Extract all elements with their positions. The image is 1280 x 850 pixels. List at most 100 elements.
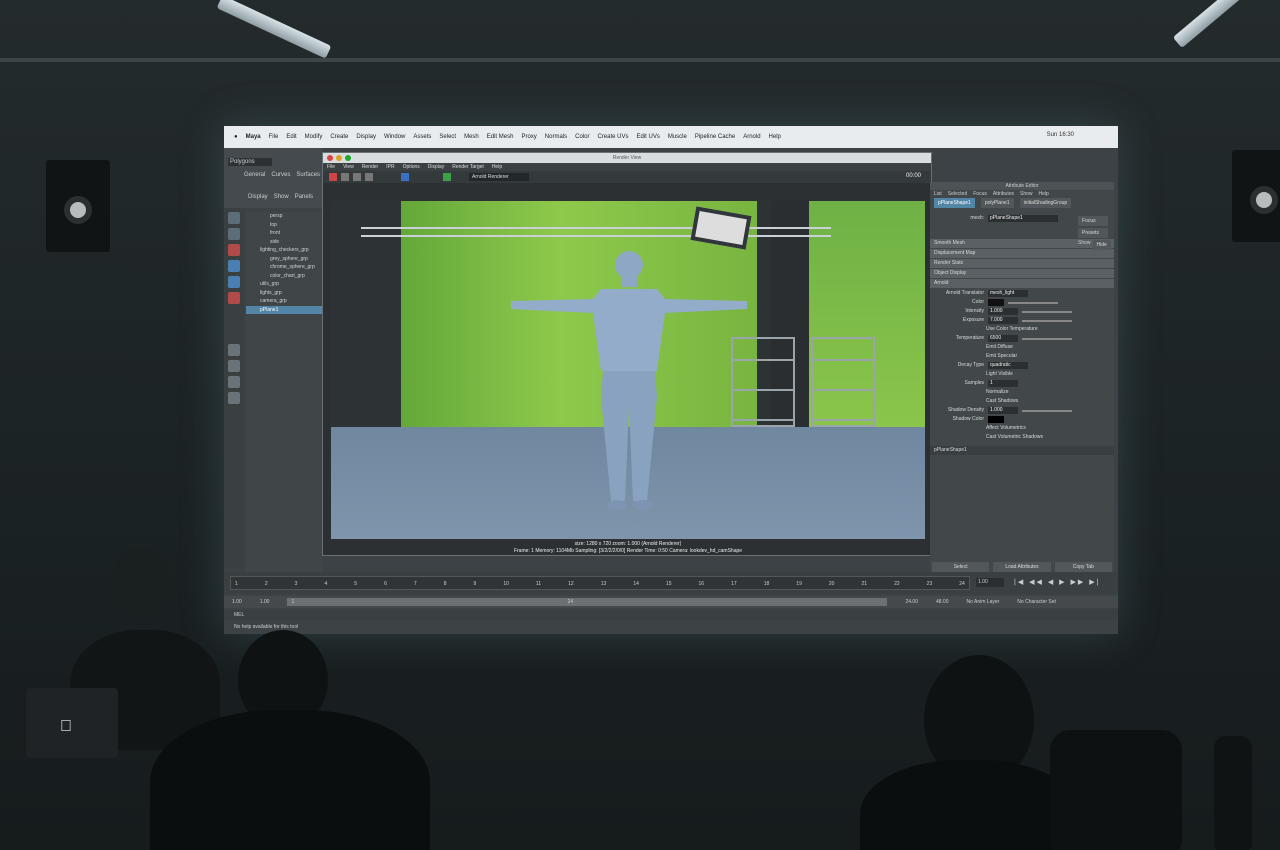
time-slider[interactable]: 1 2 3 4 5 6 7 8 9 10 11 12 13 14 15 16 17 18 19 20 21 22 23 24 …: [224, 572, 1118, 594]
outliner-item-pplane1[interactable]: pPlane1: [246, 305, 322, 314]
outliner-item-chrome-sphere[interactable]: chrome_sphere_grp: [246, 263, 322, 272]
light-visible-checkbox[interactable]: Light Visible: [930, 370, 1114, 379]
paint-tool-icon[interactable]: [228, 244, 240, 256]
menu-mesh[interactable]: Mesh: [464, 134, 479, 140]
menu-edit[interactable]: Edit: [286, 134, 296, 140]
shelf-tab-surfaces[interactable]: Surfaces: [296, 172, 320, 178]
shelf-tab-curves[interactable]: Curves: [271, 172, 290, 178]
playback-controls-icon[interactable]: |◀ ◀◀ ◀ ▶ ▶▶ ▶|: [1014, 578, 1100, 586]
presets-button[interactable]: Presets: [1078, 228, 1108, 238]
menu-file[interactable]: File: [269, 134, 279, 140]
rotate-tool-icon[interactable]: [228, 276, 240, 288]
shadow-density-slider[interactable]: [1022, 409, 1072, 412]
menu-assets[interactable]: Assets: [413, 134, 431, 140]
outliner-item-camera[interactable]: camera_grp: [246, 297, 322, 306]
renderer-dropdown[interactable]: Arnold Renderer: [469, 173, 529, 181]
rv-menu-view[interactable]: View: [343, 163, 354, 171]
menu-display[interactable]: Display: [356, 134, 376, 140]
attr-menu-selected[interactable]: Selected: [948, 190, 967, 198]
section-object-display[interactable]: Object Display: [930, 269, 1114, 278]
menu-edit-mesh[interactable]: Edit Mesh: [487, 134, 514, 140]
cast-volumetric-shadows-checkbox[interactable]: Cast Volumetric Shadows: [930, 433, 1114, 442]
minimize-icon[interactable]: [336, 155, 342, 161]
menu-modify[interactable]: Modify: [305, 134, 323, 140]
intensity-slider[interactable]: [1022, 310, 1072, 313]
menu-muscle[interactable]: Muscle: [668, 134, 687, 140]
refresh-icon[interactable]: [365, 173, 373, 181]
menu-select[interactable]: Select: [439, 134, 456, 140]
outliner-item-color-chart[interactable]: color_chart_grp: [246, 272, 322, 281]
layout-outliner-icon[interactable]: [228, 392, 240, 404]
rv-menu-display[interactable]: Display: [428, 163, 444, 171]
temperature-slider[interactable]: [1022, 337, 1072, 340]
section-arnold[interactable]: Arnold: [930, 279, 1114, 288]
section-displacement[interactable]: Displacement Map: [930, 249, 1114, 258]
menu-edit-uvs[interactable]: Edit UVs: [636, 134, 659, 140]
outliner-item-front[interactable]: front: [246, 229, 322, 238]
render-image[interactable]: [331, 201, 925, 539]
outliner-item-lighting-checkers[interactable]: lighting_checkers_grp: [246, 246, 322, 255]
menu-app[interactable]: Maya: [246, 134, 261, 140]
rv-menu-render-target[interactable]: Render Target: [452, 163, 484, 171]
rv-menu-help[interactable]: Help: [492, 163, 502, 171]
scale-tool-icon[interactable]: [228, 292, 240, 304]
panel-menu-display[interactable]: Display: [248, 194, 268, 200]
hide-button[interactable]: Hide: [1092, 240, 1111, 250]
translator-dropdown[interactable]: mesh_light: [988, 290, 1028, 297]
temperature-field[interactable]: 6500: [988, 335, 1018, 342]
maximize-icon[interactable]: [345, 155, 351, 161]
ipr-icon[interactable]: [341, 173, 349, 181]
normalize-checkbox[interactable]: Normalize: [930, 388, 1114, 397]
range-bar[interactable]: 1 24: [287, 598, 888, 606]
color-swatch[interactable]: [988, 299, 1004, 306]
menu-create[interactable]: Create: [330, 134, 348, 140]
attr-menu-attributes[interactable]: Attributes: [993, 190, 1014, 198]
shadow-color-swatch[interactable]: [988, 416, 1004, 423]
cast-shadows-checkbox[interactable]: Cast Shadows: [930, 397, 1114, 406]
outliner-item-top[interactable]: top: [246, 221, 322, 230]
menu-normals[interactable]: Normals: [545, 134, 567, 140]
emit-diffuse-checkbox[interactable]: Emit Diffuse: [930, 343, 1114, 352]
show-button[interactable]: Show: [1078, 240, 1091, 250]
rv-menu-render[interactable]: Render: [362, 163, 378, 171]
outliner-item-side[interactable]: side: [246, 238, 322, 247]
anim-layer-dropdown[interactable]: No Anim Layer: [967, 596, 1000, 608]
lasso-tool-icon[interactable]: [228, 228, 240, 240]
time-slider-track[interactable]: 1 2 3 4 5 6 7 8 9 10 11 12 13 14 15 16 17 18 19 20 21 22 23 24: [230, 576, 970, 590]
select-tool-icon[interactable]: [228, 212, 240, 224]
load-attributes-button[interactable]: Load Attributes: [993, 562, 1051, 572]
tab-polyplane1[interactable]: polyPlane1: [980, 198, 1014, 208]
affect-volumetrics-checkbox[interactable]: Affect Volumetrics: [930, 424, 1114, 433]
outliner-item-grey-sphere[interactable]: grey_sphere_grp: [246, 255, 322, 264]
exposure-field[interactable]: 7.000: [988, 317, 1018, 324]
section-render-stats[interactable]: Render Stats: [930, 259, 1114, 268]
snapshot-icon[interactable]: [353, 173, 361, 181]
character-set-dropdown[interactable]: No Character Set: [1017, 596, 1056, 608]
layout-single-icon[interactable]: [228, 344, 240, 356]
move-tool-icon[interactable]: [228, 260, 240, 272]
select-button[interactable]: Select: [932, 562, 990, 572]
attr-menu-list[interactable]: List: [934, 190, 942, 198]
shelf-tab-general[interactable]: General: [244, 172, 265, 178]
menu-help[interactable]: Help: [769, 134, 781, 140]
layout-four-icon[interactable]: [228, 360, 240, 372]
panel-menu-show[interactable]: Show: [274, 194, 289, 200]
tab-initialshadinggroup[interactable]: initialShadingGroup: [1019, 198, 1072, 208]
rgb-channel-icon[interactable]: [401, 173, 409, 181]
menu-pipeline-cache[interactable]: Pipeline Cache: [695, 134, 735, 140]
emit-specular-checkbox[interactable]: Emit Specular: [930, 352, 1114, 361]
attr-menu-show[interactable]: Show: [1020, 190, 1033, 198]
menu-arnold[interactable]: Arnold: [743, 134, 760, 140]
outliner-item-persp[interactable]: persp: [246, 212, 322, 221]
attr-menu-help[interactable]: Help: [1039, 190, 1049, 198]
shadow-density-field[interactable]: 1.000: [988, 407, 1018, 414]
playback-start-field[interactable]: 1.00: [260, 596, 270, 608]
menu-color[interactable]: Color: [575, 134, 589, 140]
attr-menu-focus[interactable]: Focus: [973, 190, 987, 198]
playback-end-field[interactable]: 24.00: [905, 596, 918, 608]
use-color-temp-checkbox[interactable]: Use Color Temperature: [930, 325, 1114, 334]
panel-menu-panels[interactable]: Panels: [295, 194, 313, 200]
close-icon[interactable]: [327, 155, 333, 161]
copy-tab-button[interactable]: Copy Tab: [1054, 562, 1112, 572]
apple-icon[interactable]: ●: [234, 134, 238, 140]
